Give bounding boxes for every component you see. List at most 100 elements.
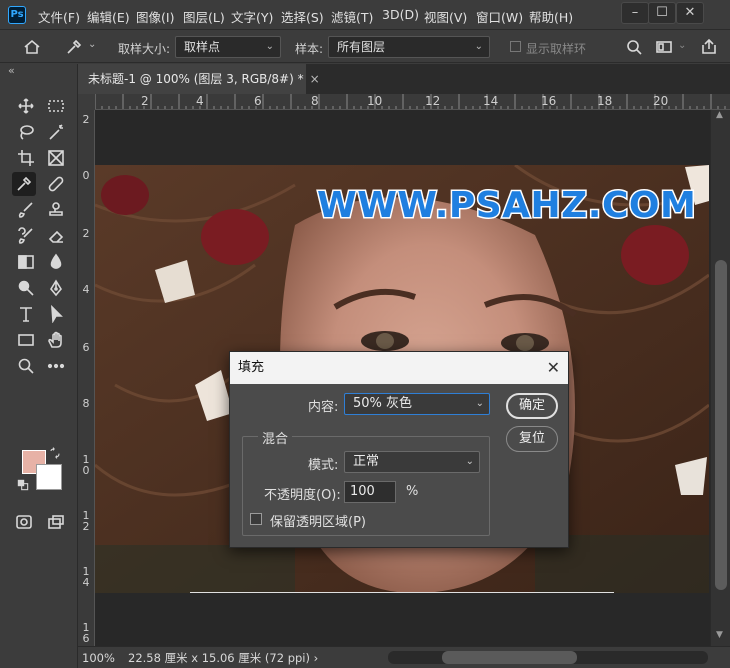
tool-preset-chevron-icon[interactable]: ⌄ [88, 39, 96, 50]
default-colors-icon[interactable] [16, 478, 30, 492]
hand-icon[interactable] [44, 328, 68, 352]
menu-layer[interactable]: 图层(L) [183, 7, 225, 26]
lasso-icon[interactable] [14, 120, 38, 144]
show-ring-checkbox[interactable] [510, 41, 521, 52]
ruler-label: 0 [82, 169, 90, 182]
dodge-icon[interactable] [14, 276, 38, 300]
healing-icon[interactable] [44, 172, 68, 196]
ruler-label: 6 [254, 94, 262, 108]
quick-mask-icon[interactable] [12, 510, 36, 534]
ruler-label: 14 [483, 94, 499, 108]
swap-colors-icon[interactable] [48, 446, 62, 460]
close-icon[interactable]: ✕ [547, 352, 560, 384]
close-window-button[interactable]: ✕ [676, 2, 704, 24]
path-select-icon[interactable] [44, 302, 68, 326]
sample-select[interactable]: 所有图层 ⌄ [328, 36, 490, 58]
ruler-label: 4 [196, 94, 204, 108]
scroll-up-icon[interactable]: ▲ [716, 110, 723, 120]
document-tab-title: 未标题-1 @ 100% (图层 3, RGB/8#) * [88, 72, 304, 86]
minimize-button[interactable]: – [621, 2, 649, 24]
menu-file[interactable]: 文件(F) [38, 7, 80, 26]
sample-value: 所有图层 [337, 40, 386, 54]
watermark-text: WWW.PSAHZ.COM [315, 184, 697, 228]
sample-size-value: 取样点 [184, 40, 221, 54]
horizontal-scroll-thumb[interactable] [442, 651, 577, 664]
menu-type[interactable]: 文字(Y) [231, 7, 273, 26]
content-select[interactable]: 50% 灰色 ⌄ [344, 393, 490, 415]
zoom-icon[interactable] [14, 354, 38, 378]
options-bar: ⌄ 取样大小: 取样点 ⌄ 样本: 所有图层 ⌄ 显示取样环 ⌄ [0, 31, 730, 63]
crop-icon[interactable] [14, 146, 38, 170]
ruler-label: 8 [311, 94, 319, 108]
chevron-down-icon: ⌄ [465, 456, 474, 467]
eraser-icon[interactable] [44, 224, 68, 248]
eyedropper-icon[interactable] [12, 172, 36, 196]
search-icon[interactable] [622, 35, 646, 59]
gradient-icon[interactable] [14, 250, 38, 274]
stamp-icon[interactable] [44, 198, 68, 222]
menu-window[interactable]: 窗口(W) [476, 7, 523, 26]
preserve-transparency-label[interactable]: 保留透明区域(P) [270, 511, 366, 530]
menu-3d[interactable]: 3D(D) [382, 7, 419, 22]
horizontal-ruler: 2 4 6 8 10 12 14 16 18 20 [95, 94, 730, 110]
vertical-scrollbar[interactable]: ▲ ▼ [710, 110, 730, 646]
document-tab[interactable]: 未标题-1 @ 100% (图层 3, RGB/8#) * × [78, 64, 320, 94]
chevron-down-icon: ⌄ [474, 41, 483, 52]
opacity-input[interactable]: 100 [344, 481, 396, 503]
pen-icon[interactable] [44, 276, 68, 300]
menu-edit[interactable]: 编辑(E) [87, 7, 130, 26]
brush-icon[interactable] [14, 198, 38, 222]
show-ring-label: 显示取样环 [526, 42, 587, 56]
horizontal-scrollbar[interactable] [388, 651, 708, 664]
menu-image[interactable]: 图像(I) [136, 7, 174, 26]
ok-button[interactable]: 确定 [506, 393, 558, 419]
ruler-label: 4 [82, 283, 90, 296]
ruler-label: 2 [82, 113, 90, 126]
document-size-info[interactable]: 22.58 厘米 x 15.06 厘米 (72 ppi) › [128, 650, 318, 666]
ruler-label: 6 [82, 341, 90, 354]
menu-help[interactable]: 帮助(H) [529, 7, 573, 26]
maximize-button[interactable]: ☐ [648, 2, 676, 24]
mode-select[interactable]: 正常 ⌄ [344, 451, 480, 473]
document-size-text: 22.58 厘米 x 15.06 厘米 (72 ppi) [128, 651, 310, 665]
move-icon[interactable] [14, 94, 38, 118]
rectangle-icon[interactable] [14, 328, 38, 352]
magic-wand-icon[interactable] [44, 120, 68, 144]
share-icon[interactable] [697, 35, 721, 59]
scroll-down-icon[interactable]: ▼ [716, 630, 723, 640]
content-value: 50% 灰色 [353, 396, 413, 411]
screen-mode-icon[interactable] [44, 510, 68, 534]
menu-view[interactable]: 视图(V) [424, 7, 467, 26]
history-brush-icon[interactable] [14, 224, 38, 248]
frame-icon[interactable] [44, 146, 68, 170]
marquee-icon[interactable] [44, 94, 68, 118]
menu-filter[interactable]: 滤镜(T) [331, 7, 373, 26]
close-tab-icon[interactable]: × [310, 72, 320, 86]
workspace-icon[interactable] [652, 35, 676, 59]
type-icon[interactable] [14, 302, 38, 326]
menu-select[interactable]: 选择(S) [281, 7, 324, 26]
blur-icon[interactable] [44, 250, 68, 274]
ruler-label: 2 [141, 94, 149, 108]
more-icon[interactable] [44, 354, 68, 378]
sample-size-select[interactable]: 取样点 ⌄ [175, 36, 281, 58]
background-color-swatch[interactable] [36, 464, 62, 490]
status-bar: 100% 22.58 厘米 x 15.06 厘米 (72 ppi) › [78, 646, 730, 668]
info-menu-arrow-icon[interactable]: › [314, 651, 319, 665]
content-label: 内容: [308, 400, 339, 415]
ruler-label: 10 [367, 94, 383, 108]
ruler-label: 18 [597, 94, 613, 108]
chevron-down-icon: ⌄ [475, 398, 484, 409]
dialog-titlebar: 填充 ✕ [230, 352, 568, 384]
ruler-label: 12 [425, 94, 441, 108]
workspace-chevron-icon[interactable]: ⌄ [678, 40, 686, 51]
photoshop-logo-icon: Ps [8, 6, 26, 24]
reset-button[interactable]: 复位 [506, 426, 558, 452]
vertical-scroll-thumb[interactable] [715, 260, 727, 590]
ruler-label: 10 [82, 453, 90, 477]
collapse-panel-icon[interactable]: « [8, 64, 15, 77]
zoom-level-field[interactable]: 100% [82, 650, 122, 666]
home-icon[interactable] [20, 35, 44, 59]
eyedropper-icon[interactable] [62, 35, 86, 59]
preserve-transparency-checkbox[interactable] [250, 513, 262, 525]
